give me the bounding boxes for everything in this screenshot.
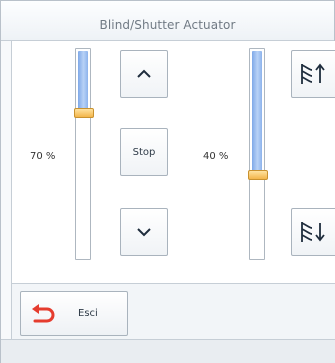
blind1-level-label: 70 %	[30, 151, 56, 162]
exit-button[interactable]: Esci	[20, 291, 128, 336]
blind1-stop-button[interactable]: Stop	[120, 128, 168, 176]
blind1-slider-thumb[interactable]	[74, 108, 94, 118]
blind2-slats-close-button[interactable]	[291, 208, 335, 256]
undo-arrow-icon	[32, 303, 55, 322]
slats-open-up-icon	[301, 63, 325, 84]
blind2-level-slider[interactable]	[248, 48, 268, 260]
blind1-slider-fill	[78, 51, 88, 113]
chevron-down-icon	[137, 228, 151, 237]
chevron-up-icon	[137, 69, 151, 78]
exit-label: Esci	[78, 308, 98, 319]
blind2-slider-fill	[252, 51, 262, 175]
slats-close-down-icon	[301, 222, 325, 242]
footer-strip	[1, 339, 335, 363]
bottom-toolbar: Esci	[11, 283, 335, 339]
actuator-window: Blind/Shutter Actuator 70 % Stop 40 % Es…	[0, 0, 335, 363]
title-bar: Blind/Shutter Actuator	[1, 1, 334, 41]
blind1-up-button[interactable]	[120, 50, 168, 98]
stop-label: Stop	[132, 146, 156, 158]
controls-panel: 70 % Stop 40 %	[11, 41, 335, 283]
blind1-level-slider[interactable]	[74, 48, 94, 260]
blind1-down-button[interactable]	[120, 208, 168, 256]
blind2-level-label: 40 %	[203, 151, 229, 162]
blind2-slider-thumb[interactable]	[248, 170, 268, 180]
blind2-slats-open-button[interactable]	[291, 50, 335, 98]
window-title: Blind/Shutter Actuator	[99, 18, 236, 32]
